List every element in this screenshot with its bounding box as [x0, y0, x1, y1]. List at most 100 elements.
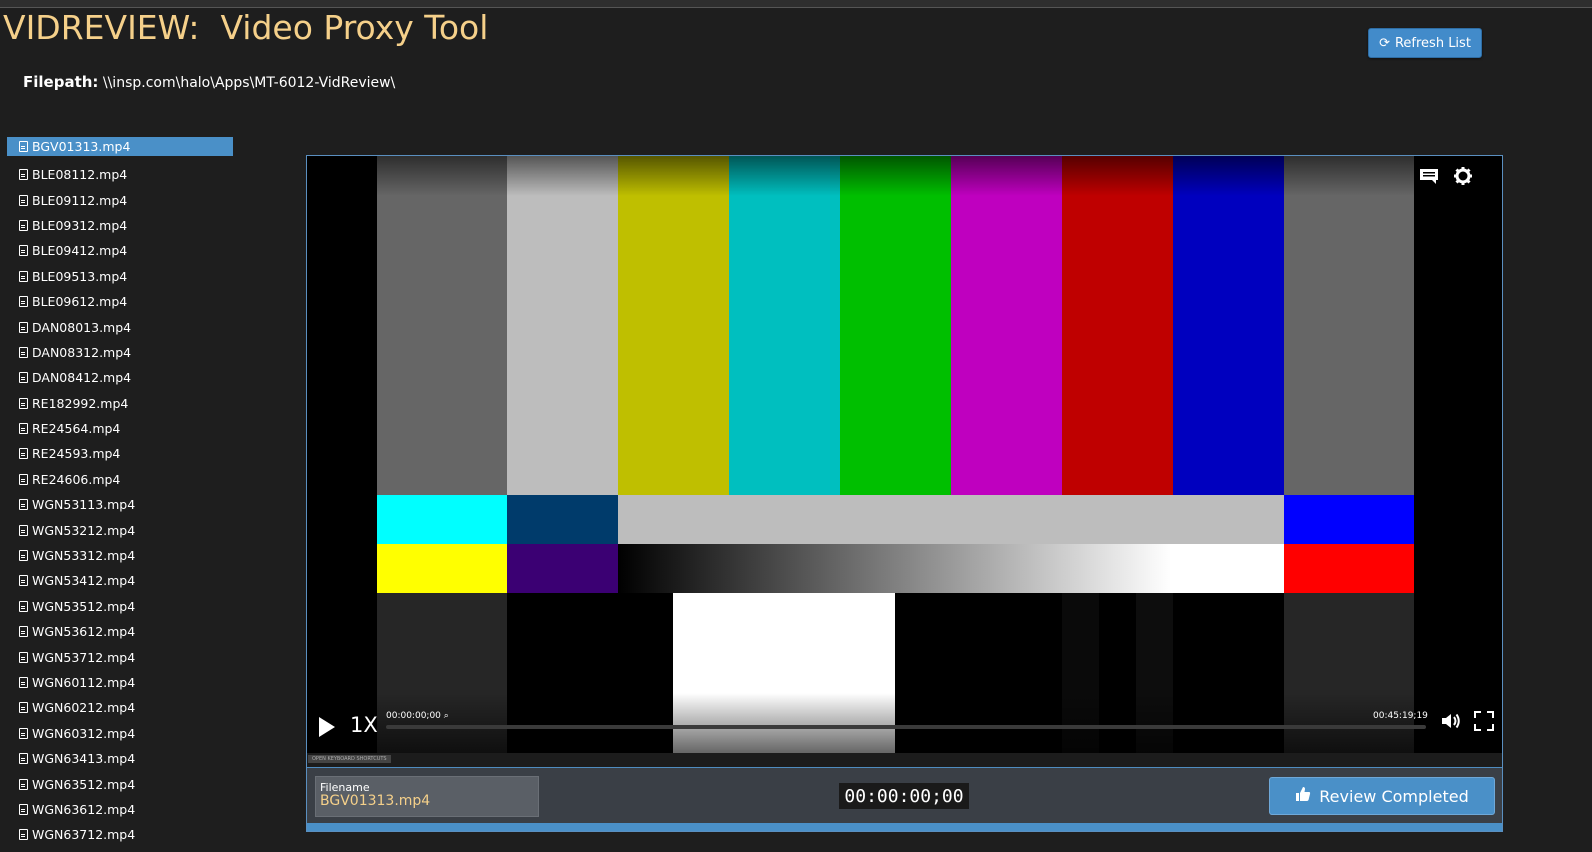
file-list-item[interactable]: WGN53712.mp4: [7, 644, 233, 669]
file-name: RE24606.mp4: [32, 471, 121, 487]
bar-navy: [507, 495, 618, 544]
file-list-item[interactable]: WGN53512.mp4: [7, 594, 233, 619]
file-icon: [19, 219, 28, 231]
file-list-item[interactable]: WGN53212.mp4: [7, 517, 233, 542]
bar-cyan: [729, 156, 840, 495]
file-list-item[interactable]: WGN60212.mp4: [7, 695, 233, 720]
file-name: RE24593.mp4: [32, 446, 121, 462]
file-list-item[interactable]: BLE09612.mp4: [7, 289, 233, 314]
captions-icon[interactable]: [1419, 166, 1439, 190]
file-icon: [19, 372, 28, 384]
file-list-item[interactable]: BLE09513.mp4: [7, 264, 233, 289]
file-name: WGN60312.mp4: [32, 725, 136, 741]
bar-green: [840, 156, 951, 495]
bar-red: [1062, 156, 1173, 495]
file-list-item[interactable]: WGN53312.mp4: [7, 543, 233, 568]
current-time: 00:00:00;00 ⌕: [386, 711, 449, 721]
file-list: BGV01313.mp4 BLE08112.mp4 BLE09112.mp4 BLE0…: [7, 137, 233, 848]
bar-white: [507, 156, 618, 495]
file-list-item[interactable]: WGN63712.mp4: [7, 822, 233, 847]
file-icon: [19, 448, 28, 460]
filename-box: Filename BGV01313.mp4: [315, 776, 539, 817]
file-list-item[interactable]: BLE09112.mp4: [7, 187, 233, 212]
file-list-item[interactable]: BLE09412.mp4: [7, 238, 233, 263]
file-name: DAN08312.mp4: [32, 344, 132, 360]
video-frame[interactable]: 1X 00:00:00;00 ⌕ 00:45:19;19: [307, 156, 1502, 753]
playback-rate[interactable]: 1X: [350, 713, 378, 737]
file-name: BGV01313.mp4: [32, 139, 131, 154]
file-name: WGN63413.mp4: [32, 751, 136, 767]
file-name: BLE08112.mp4: [32, 167, 128, 183]
review-completed-button[interactable]: Review Completed: [1269, 777, 1495, 815]
bar-gray: [377, 156, 507, 495]
filepath-label: Filepath:: [23, 73, 99, 91]
file-name: WGN63612.mp4: [32, 801, 136, 817]
file-list-item[interactable]: WGN63512.mp4: [7, 771, 233, 796]
filename-value: BGV01313.mp4: [320, 793, 431, 809]
player-controls: 1X 00:00:00;00 ⌕ 00:45:19;19: [307, 693, 1502, 753]
file-name: WGN53312.mp4: [32, 548, 136, 564]
file-list-item[interactable]: WGN63413.mp4: [7, 746, 233, 771]
bar-cyan-2: [377, 495, 507, 544]
file-name: BLE09513.mp4: [32, 268, 128, 284]
footer-accent-bar: [307, 823, 1502, 831]
bar-blue: [1173, 156, 1284, 495]
play-icon[interactable]: [319, 717, 335, 737]
file-list-item[interactable]: DAN08312.mp4: [7, 340, 233, 365]
settings-gear-icon[interactable]: [1453, 166, 1473, 191]
file-name: WGN53612.mp4: [32, 624, 136, 640]
file-icon: [19, 702, 28, 714]
file-list-item[interactable]: BGV01313.mp4: [7, 137, 233, 156]
file-icon: [19, 575, 28, 587]
file-icon: [19, 141, 28, 152]
search-icon[interactable]: ⌕: [444, 711, 449, 721]
file-icon: [19, 778, 28, 790]
page-scrollbar[interactable]: [1578, 9, 1592, 852]
review-completed-label: Review Completed: [1319, 786, 1469, 806]
keyboard-shortcuts-button[interactable]: OPEN KEYBOARD SHORTCUTS: [308, 755, 391, 763]
file-icon: [19, 346, 28, 358]
bar-magenta: [951, 156, 1062, 495]
file-icon: [19, 499, 28, 511]
file-icon: [19, 245, 28, 257]
file-name: WGN53212.mp4: [32, 522, 136, 538]
file-name: BLE09312.mp4: [32, 217, 128, 233]
file-list-item[interactable]: DAN08412.mp4: [7, 365, 233, 390]
file-icon: [19, 600, 28, 612]
file-list-item[interactable]: WGN63612.mp4: [7, 797, 233, 822]
file-list-item[interactable]: RE24606.mp4: [7, 467, 233, 492]
progress-bar[interactable]: [386, 725, 1426, 729]
file-list-item[interactable]: WGN60112.mp4: [7, 670, 233, 695]
fullscreen-icon[interactable]: [1474, 711, 1494, 731]
file-list-item[interactable]: RE24564.mp4: [7, 416, 233, 441]
page-title: VIDREVIEW: Video Proxy Tool: [3, 8, 489, 47]
file-name: RE182992.mp4: [32, 395, 129, 411]
file-name: DAN08013.mp4: [32, 319, 132, 335]
file-list-item[interactable]: WGN53612.mp4: [7, 619, 233, 644]
browser-top-bar: [0, 0, 1592, 8]
file-name: WGN53712.mp4: [32, 649, 136, 665]
file-icon: [19, 270, 28, 282]
file-icon: [19, 651, 28, 663]
refresh-label: Refresh List: [1394, 35, 1471, 51]
player-footer: Filename BGV01313.mp4 00:00:00;00 Review…: [307, 767, 1502, 823]
thumbs-up-icon: [1295, 786, 1311, 806]
refresh-list-button[interactable]: ⟳ Refresh List: [1368, 28, 1482, 58]
file-list-item[interactable]: BLE08112.mp4: [7, 162, 233, 187]
file-icon: [19, 550, 28, 562]
file-list-item[interactable]: RE24593.mp4: [7, 441, 233, 466]
bar-gray-right: [1284, 156, 1414, 495]
file-list-item[interactable]: WGN53113.mp4: [7, 492, 233, 517]
file-icon: [19, 397, 28, 409]
timecode-display: 00:00:00;00: [839, 783, 969, 809]
file-name: BLE09112.mp4: [32, 192, 128, 208]
file-icon: [19, 677, 28, 688]
file-list-item[interactable]: WGN53412.mp4: [7, 568, 233, 593]
file-list-item[interactable]: WGN60312.mp4: [7, 721, 233, 746]
volume-icon[interactable]: [1440, 711, 1462, 736]
file-list-item[interactable]: DAN08013.mp4: [7, 314, 233, 339]
refresh-icon: ⟳: [1379, 35, 1390, 51]
bar-blue-2: [1284, 495, 1414, 544]
file-list-item[interactable]: BLE09312.mp4: [7, 213, 233, 238]
file-list-item[interactable]: RE182992.mp4: [7, 391, 233, 416]
